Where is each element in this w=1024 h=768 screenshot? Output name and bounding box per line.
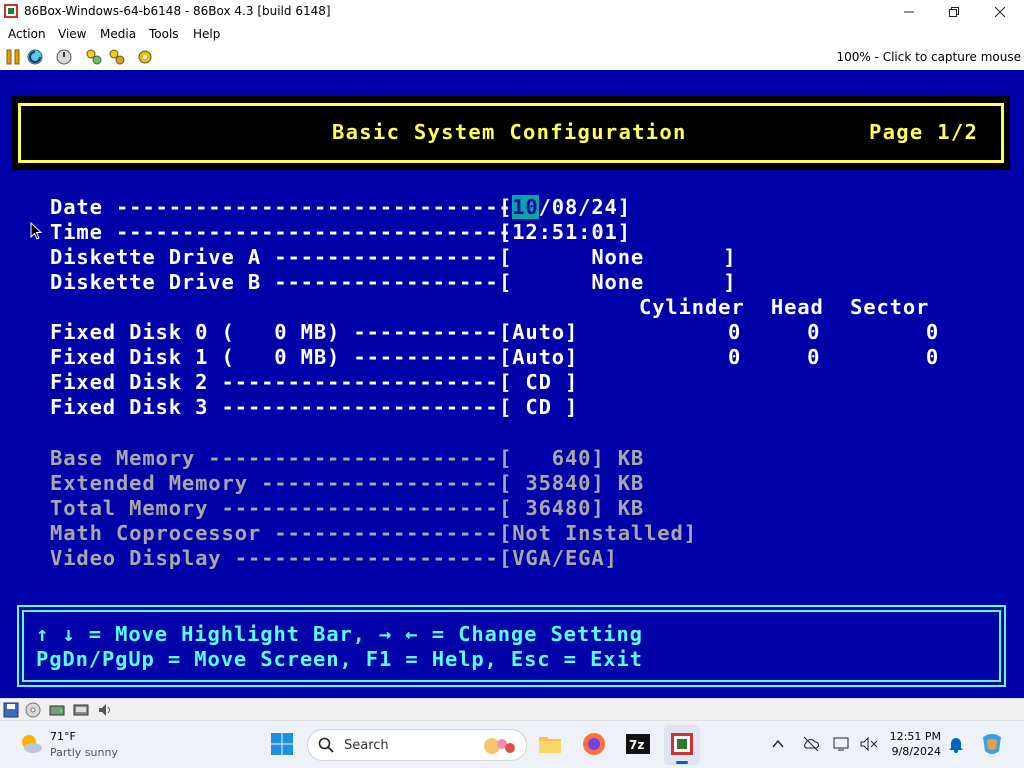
date-label: Date ------------------------------ [50,195,512,219]
clock-date: 9/8/2024 [891,745,941,758]
extended-memory-label: Extended Memory ------------------ [50,471,499,495]
taskbar-search-box[interactable]: Search [307,729,527,761]
date-value[interactable]: [10/08/24] [499,195,631,220]
emulator-screen[interactable]: Basic System Configuration Page 1/2 Date… [0,70,1024,698]
restore-icon [949,6,959,17]
weather-widget[interactable]: 71°F Partly sunny [18,729,158,763]
svg-text:7z: 7z [629,738,644,752]
copilot-icon[interactable] [979,731,1005,757]
video-display-value: [VGA/EGA] [499,546,618,570]
menu-view[interactable]: View [58,27,86,41]
fixed-disk-1-label: Fixed Disk 1 ( 0 MB) ----------- [50,345,499,369]
toolbar: 100% - Click to capture mouse [0,44,1024,70]
menu-tools[interactable]: Tools [149,27,179,41]
base-memory-label: Base Memory ---------------------- [50,446,499,470]
minimize-icon [904,11,914,12]
ctrl-alt-del-icon[interactable] [85,48,103,66]
disk-geometry-header: Cylinder Head Sector [639,295,930,319]
pause-icon[interactable] [4,48,22,66]
volume-muted-icon[interactable] [860,736,878,752]
total-memory-label: Total Memory --------------------- [50,496,499,520]
capture-status: 100% - Click to capture mouse [836,50,1021,64]
86box-app-icon [4,4,18,18]
maximize-button[interactable] [931,0,977,23]
clock-time: 12:51 PM [889,730,941,743]
search-placeholder: Search [344,738,389,753]
base-memory-value: [ 640] KB [499,446,645,470]
diskette-a-label: Diskette Drive A ----------------- [50,245,499,269]
title-bar: 86Box-Windows-64-b6148 - 86Box 4.3 [buil… [0,0,1024,23]
math-coprocessor-value: [Not Installed] [499,521,697,545]
cloud-off-icon[interactable] [802,736,820,752]
fixed-disk-0-value[interactable]: [Auto] [499,320,578,345]
total-memory-value: [ 36480] KB [499,496,645,520]
video-display-label: Video Display -------------------- [50,546,499,570]
menu-media[interactable]: Media [100,27,136,41]
menu-help[interactable]: Help [193,27,220,41]
file-explorer-icon[interactable] [537,731,563,757]
fixed-disk-1-value[interactable]: [Auto] [499,345,578,370]
footer-line-1: ↑ ↓ = Move Highlight Bar, → ← = Change S… [36,622,643,646]
fixed-disk-1-geometry: 0 0 0 [728,345,940,369]
network-icon[interactable] [73,702,89,718]
extended-memory-value: [ 35840] KB [499,471,645,495]
search-highlight-icon [484,738,515,754]
sound-icon[interactable] [97,702,113,718]
firefox-icon[interactable] [581,731,607,757]
footer-line-2: PgDn/PgUp = Move Screen, F1 = Help, Esc … [36,647,643,671]
menu-action[interactable]: Action [8,27,46,41]
settings-gear-icon[interactable] [136,48,154,66]
time-label: Time ------------------------------ [50,220,512,244]
taskbar-clock[interactable]: 12:51 PM 9/8/2024 [881,729,941,759]
fixed-disk-0-geometry: 0 0 0 [728,320,940,344]
partly-sunny-icon [22,735,42,753]
bios-header-page: Page 1/2 [869,120,979,144]
windows-taskbar: 71°F Partly sunny Search 7z 12:51 PM 9/8… [0,720,1024,768]
fixed-disk-3-label: Fixed Disk 3 --------------------- [50,395,499,419]
close-icon [995,6,1005,17]
start-windows-icon[interactable] [269,731,295,757]
taskbar-86box-active[interactable] [664,725,700,765]
diskette-b-label: Diskette Drive B ----------------- [50,270,499,294]
bios-header-title: Basic System Configuration [332,120,687,144]
menu-bar: Action View Media Tools Help [0,23,1024,44]
date-open-bracket: [ [499,195,513,219]
mouse-cursor-icon [30,222,42,240]
fixed-disk-0-label: Fixed Disk 0 ( 0 MB) ----------- [50,320,499,344]
network-monitor-icon[interactable] [833,736,851,752]
window-title: 86Box-Windows-64-b6148 - 86Box 4.3 [buil… [24,4,331,18]
hard-disk-icon[interactable] [49,702,65,718]
math-coprocessor-label: Math Coprocessor ----------------- [50,521,499,545]
date-month-highlight[interactable]: 10 [512,195,539,219]
ctrl-alt-esc-icon[interactable] [108,48,126,66]
cdrom-drive-icon[interactable] [25,702,41,718]
fixed-disk-2-label: Fixed Disk 2 --------------------- [50,370,499,394]
notification-bell-icon[interactable] [948,735,964,753]
weather-desc: Partly sunny [50,746,118,759]
close-button[interactable] [977,0,1023,23]
diskette-a-value[interactable]: [ None ] [499,245,736,270]
7zip-icon[interactable]: 7z [625,731,651,757]
chevron-up-icon[interactable] [772,739,784,749]
fixed-disk-2-value[interactable]: [ CD ] [499,370,578,395]
86box-taskbar-icon [671,733,693,755]
emulator-status-bar [0,698,1024,720]
search-icon [318,737,334,753]
weather-temp: 71°F [50,730,76,743]
power-icon[interactable] [55,48,73,66]
time-value[interactable]: [12:51:01] [499,220,631,245]
diskette-b-value[interactable]: [ None ] [499,270,736,295]
reset-icon[interactable] [26,48,44,66]
fixed-disk-3-value[interactable]: [ CD ] [499,395,578,420]
minimize-button[interactable] [886,0,932,23]
floppy-drive-icon[interactable] [3,702,19,718]
date-rest: /08/24] [538,195,631,219]
